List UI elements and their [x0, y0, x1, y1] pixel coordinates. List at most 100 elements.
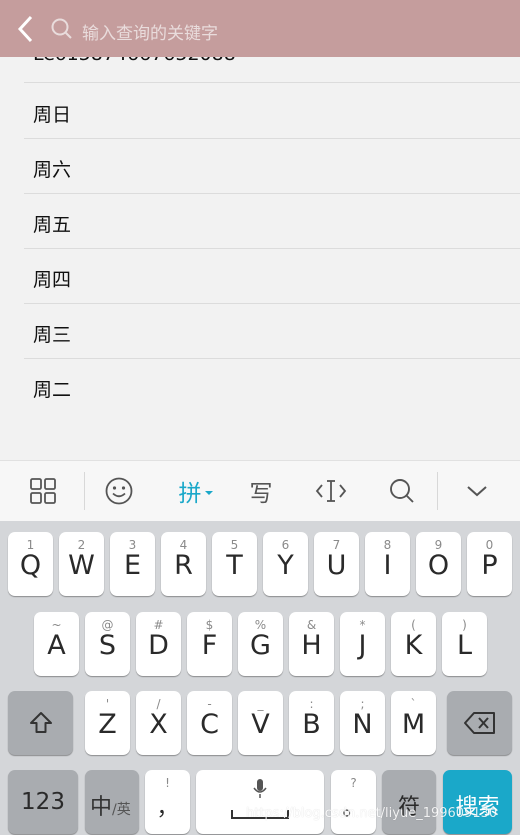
key-label: S	[98, 630, 117, 661]
key-label: G	[250, 630, 271, 661]
key-secondary: /英	[112, 802, 131, 818]
key-v[interactable]: _ V	[238, 691, 283, 755]
key-label: ，	[156, 796, 179, 821]
key-label: N	[352, 709, 373, 740]
list-item[interactable]: 周日	[24, 83, 520, 139]
back-arrow-icon[interactable]	[12, 12, 40, 46]
list-item-label: 周三	[33, 324, 72, 346]
smiley-icon	[105, 477, 133, 505]
key-label: K	[404, 630, 423, 661]
key-o[interactable]: 9O	[416, 532, 461, 596]
key-u[interactable]: 7U	[314, 532, 359, 596]
key-e[interactable]: 3E	[110, 532, 155, 596]
microphone-icon	[253, 779, 267, 798]
key-label: Z	[98, 709, 117, 740]
grid-menu-button[interactable]	[18, 461, 68, 521]
key-label: O	[427, 550, 450, 581]
search-icon	[51, 18, 72, 39]
key-a[interactable]: ~ A	[34, 612, 79, 676]
key-k[interactable]: (K	[391, 612, 436, 676]
key-label: W	[68, 550, 95, 581]
key-label: L	[456, 630, 473, 661]
key-y[interactable]: 6Y	[263, 532, 308, 596]
key-t[interactable]: 5T	[212, 532, 257, 596]
key-label: E	[123, 550, 142, 581]
dropdown-caret-icon	[204, 491, 213, 495]
pinyin-label: 拼	[178, 481, 202, 507]
list-item-label: 周六	[33, 159, 72, 181]
key-label: A	[47, 630, 66, 661]
period-key[interactable]: ? 。	[331, 770, 376, 834]
key-q[interactable]: 1Q	[8, 532, 53, 596]
result-list: Leo15874667652088 周日 周六 周五 周四 周三 周二	[0, 30, 520, 460]
list-item-label: 周日	[33, 104, 72, 126]
backspace-icon	[464, 712, 495, 734]
key-w[interactable]: 2W	[59, 532, 104, 596]
list-item[interactable]: 周二	[24, 358, 520, 413]
cursor-edit-button[interactable]	[305, 461, 357, 521]
handwriting-button[interactable]: 写	[236, 461, 286, 521]
key-label: Q	[19, 550, 42, 581]
emoji-button[interactable]	[94, 461, 144, 521]
key-p[interactable]: 0P	[467, 532, 512, 596]
key-r[interactable]: 4R	[161, 532, 206, 596]
toolbar-divider	[84, 472, 85, 510]
list-item-label: 周五	[33, 214, 72, 236]
key-h[interactable]: & H	[289, 612, 334, 676]
key-d[interactable]: # D	[136, 612, 181, 676]
language-switch-key[interactable]: 中/英	[85, 770, 139, 834]
comma-key[interactable]: ! ，	[145, 770, 190, 834]
space-key[interactable]	[196, 770, 324, 834]
key-n[interactable]: ; N	[340, 691, 385, 755]
key-label: Y	[277, 550, 294, 581]
collapse-keyboard-button[interactable]	[452, 461, 502, 521]
list-item[interactable]: 周五	[24, 193, 520, 249]
key-s[interactable]: @ S	[85, 612, 130, 676]
text-cursor-icon	[315, 480, 347, 502]
list-item[interactable]: 周三	[24, 303, 520, 359]
chevron-down-icon	[467, 486, 487, 497]
shift-key[interactable]	[8, 691, 73, 755]
key-b[interactable]: :B	[289, 691, 334, 755]
key-label: B	[302, 709, 321, 740]
key-l[interactable]: ) L	[442, 612, 487, 676]
key-label: M	[401, 709, 426, 740]
keyboard: 1Q 2W 3E 4R 5T 6Y 7U 8I 9O 0P ~ A @ S # D $…	[0, 521, 520, 835]
key-f[interactable]: $ F	[187, 612, 232, 676]
key-g[interactable]: % G	[238, 612, 283, 676]
list-item[interactable]: 周六	[24, 138, 520, 194]
key-z[interactable]: ' Z	[85, 691, 130, 755]
list-item-label: 周四	[33, 269, 72, 291]
keyboard-search-button[interactable]	[376, 461, 428, 521]
grid-icon	[30, 478, 56, 504]
search-input[interactable]: 输入查询的关键字	[82, 19, 218, 44]
numeric-mode-key[interactable]: 123	[8, 770, 78, 834]
key-label: F	[201, 630, 218, 661]
key-label: D	[148, 630, 169, 661]
key-label: R	[174, 550, 193, 581]
key-label: 123	[21, 789, 65, 815]
key-label: 中	[90, 795, 113, 820]
key-m[interactable]: ` M	[391, 691, 436, 755]
key-label: I	[383, 550, 392, 581]
shift-arrow-icon	[30, 712, 52, 733]
key-c[interactable]: -C	[187, 691, 232, 755]
list-item-label: 周二	[33, 379, 72, 401]
key-label: J	[358, 630, 367, 661]
search-submit-key[interactable]: 搜索	[443, 770, 512, 834]
key-label: U	[326, 550, 347, 581]
key-label: T	[226, 550, 243, 581]
list-item[interactable]: 周四	[24, 248, 520, 304]
search-header: 输入查询的关键字	[0, 0, 520, 57]
key-label: H	[301, 630, 322, 661]
key-j[interactable]: * J	[340, 612, 385, 676]
symbols-key[interactable]: 符	[382, 770, 436, 834]
key-i[interactable]: 8I	[365, 532, 410, 596]
key-secondary: ?	[350, 776, 357, 790]
language-switch-label: 中/英	[90, 789, 131, 821]
key-x[interactable]: / X	[136, 691, 181, 755]
backspace-key[interactable]	[447, 691, 512, 755]
toolbar-divider	[437, 472, 438, 510]
key-label: V	[251, 709, 270, 740]
pinyin-mode-button[interactable]: 拼	[170, 461, 222, 521]
